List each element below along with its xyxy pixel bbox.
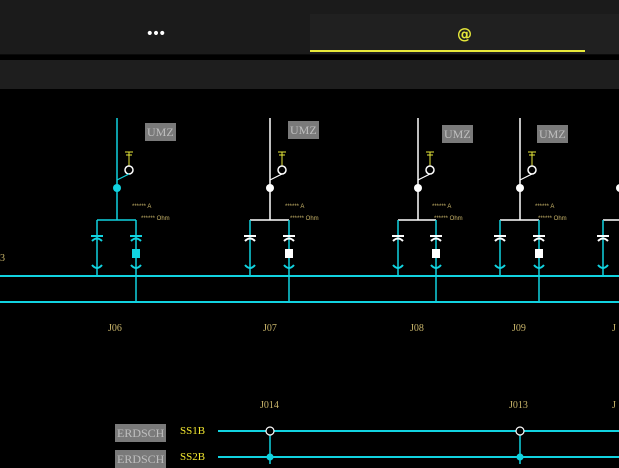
bay-name: J07 xyxy=(263,323,277,334)
busbar-name: SS2B xyxy=(180,451,206,463)
circuit-breaker-block xyxy=(432,249,440,258)
coupler-name: J014 xyxy=(260,400,279,411)
disconnector-node xyxy=(277,165,287,175)
coupler-name: J013 xyxy=(509,400,528,411)
junction-node xyxy=(113,184,121,192)
bay-name: J xyxy=(612,323,616,334)
disconnector-node xyxy=(124,165,134,175)
coupler-j013-open-node xyxy=(515,426,525,436)
coupler-j013-closed-node xyxy=(516,453,524,461)
umz-badge[interactable]: UMZ xyxy=(145,123,176,141)
left-edge-label: 3 xyxy=(0,253,5,264)
junction-node xyxy=(414,184,422,192)
resistance-readout: ****** Ohm xyxy=(538,216,567,222)
coupler-name: J xyxy=(612,400,616,411)
junction-node xyxy=(516,184,524,192)
circuit-breaker-block xyxy=(535,249,543,258)
disconnector-node xyxy=(425,165,435,175)
resistance-readout: ****** Ohm xyxy=(434,216,463,222)
coupler-j014-open-node xyxy=(265,426,275,436)
earthing-switch-badge[interactable]: ERDSCH xyxy=(115,424,167,442)
junction-node xyxy=(266,184,274,192)
circuit-breaker-block xyxy=(285,249,293,258)
bay-name: J06 xyxy=(108,323,122,334)
current-readout: ****** A xyxy=(285,204,305,210)
disconnector-node xyxy=(527,165,537,175)
bay-name: J08 xyxy=(410,323,424,334)
earthing-switch-badge[interactable]: ERDSCH xyxy=(115,450,167,468)
coupler-j014-closed-node xyxy=(266,453,274,461)
circuit-breaker-block xyxy=(132,249,140,258)
current-readout: ****** A xyxy=(132,204,152,210)
umz-badge[interactable]: UMZ xyxy=(442,125,473,143)
umz-badge[interactable]: UMZ xyxy=(288,121,319,139)
disconnector-link xyxy=(519,173,533,181)
disconnector-link xyxy=(116,173,130,181)
busbar-name: SS1B xyxy=(180,425,206,437)
disconnector-link xyxy=(417,173,431,181)
current-readout: ****** A xyxy=(432,204,452,210)
disconnector-link xyxy=(269,173,283,181)
current-readout: ****** A xyxy=(535,204,555,210)
resistance-readout: ****** Ohm xyxy=(141,216,170,222)
single-line-diagram xyxy=(0,118,619,464)
umz-badge[interactable]: UMZ xyxy=(537,125,568,143)
resistance-readout: ****** Ohm xyxy=(290,216,319,222)
bay-name: J09 xyxy=(512,323,526,334)
